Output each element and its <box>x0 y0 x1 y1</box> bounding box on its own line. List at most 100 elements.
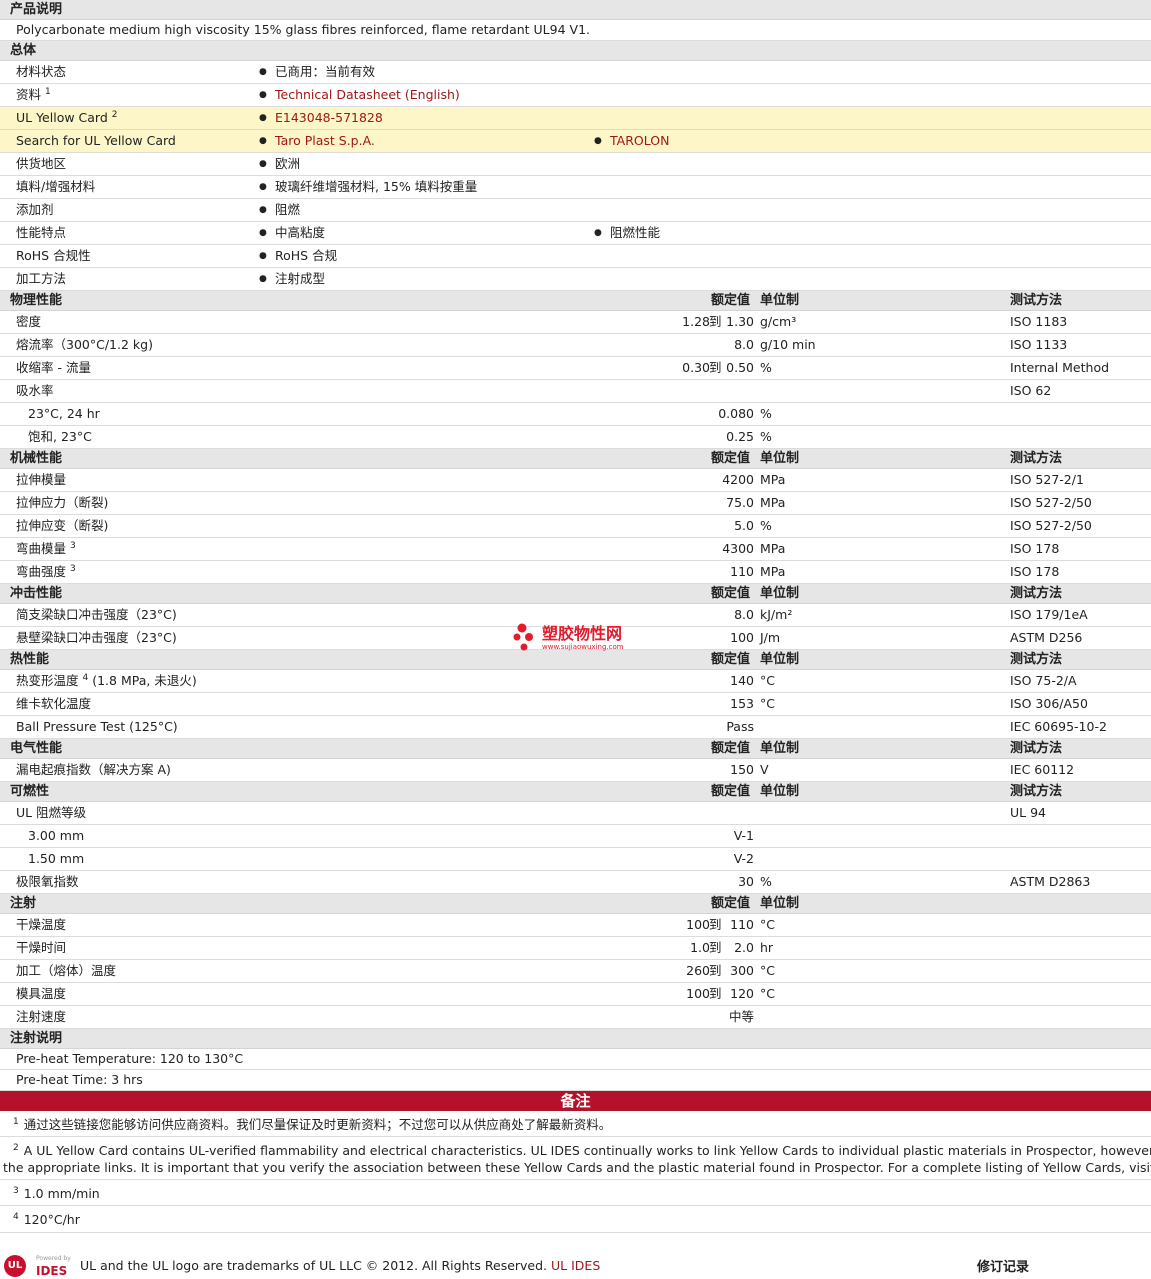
unit: °C <box>760 963 775 978</box>
footer: UL Powered by IDES UL and the UL logo ar… <box>0 1252 1151 1278</box>
unit: MPa <box>760 541 786 556</box>
supplier-link[interactable]: TAROLON <box>594 130 670 152</box>
property-label-text: 干燥时间 <box>16 940 67 955</box>
supplier-link[interactable]: Taro Plast S.p.A. <box>259 130 375 152</box>
section-header: 机械性能 额定值 单位制 测试方法 <box>0 449 1151 469</box>
value: 0.080 <box>718 406 754 421</box>
unit: MPa <box>760 564 786 579</box>
watermark: 塑胶物性网 www.sujiaowuxing.com <box>512 620 624 657</box>
unit: °C <box>760 696 775 711</box>
ul-ides-link[interactable]: UL IDES <box>551 1258 600 1273</box>
property-row: 拉伸模量 4200 MPa ISO 527-2/1 <box>0 469 1151 492</box>
footnote-ref[interactable]: 3 <box>70 564 76 574</box>
test-method: ISO 1133 <box>1010 337 1068 352</box>
unit-column-header: 单位制 <box>760 896 800 911</box>
footnotes: 1 通过这些链接您能够访问供应商资料。我们尽量保证及时更新资料；不过您可以从供应商… <box>0 1111 1151 1233</box>
footnote-line: 1 通过这些链接您能够访问供应商资料。我们尽量保证及时更新资料；不过您可以从供应商… <box>3 1114 1151 1133</box>
footnote-number: 2 <box>13 1143 19 1154</box>
property-label-text: 3.00 mm <box>28 828 85 843</box>
range-separator: 到 <box>709 940 722 955</box>
property-label: 收缩率 - 流量 <box>16 357 91 379</box>
row-label: 材料状态 <box>16 61 66 83</box>
section-title: 产品说明 <box>10 2 63 17</box>
footnote-ref[interactable]: 3 <box>70 541 76 551</box>
property-label-text: 饱和, 23°C <box>28 429 92 444</box>
general-row: UL Yellow Card 2 E143048-571828 <box>0 107 1151 130</box>
value: 100 <box>730 630 754 645</box>
property-label: 拉伸应力（断裂) <box>16 492 108 514</box>
value: 8.0 <box>734 607 754 622</box>
unit: MPa <box>760 472 786 487</box>
property-row: UL 阻燃等级 UL 94 <box>0 802 1151 825</box>
footnote: 1 通过这些链接您能够访问供应商资料。我们尽量保证及时更新资料；不过您可以从供应商… <box>0 1111 1151 1138</box>
property-row: 吸水率 ISO 62 <box>0 380 1151 403</box>
unit: g/cm³ <box>760 314 797 329</box>
row-label-text: 填料/增强材料 <box>16 179 96 194</box>
row-label: 加工方法 <box>16 268 66 290</box>
footnote-ref[interactable]: 1 <box>45 87 51 97</box>
unit-column-header: 单位制 <box>760 784 800 799</box>
property-row: 弯曲强度 3 110 MPa ISO 178 <box>0 561 1151 584</box>
property-label: 熔流率（300°C/1.2 kg) <box>16 334 153 356</box>
property-label-text: 模具温度 <box>16 986 67 1001</box>
property-label: 弯曲强度 3 <box>16 561 76 583</box>
property-row: 极限氧指数 30% ASTM D2863 <box>0 871 1151 894</box>
property-row: 拉伸应力（断裂) 75.0 MPa ISO 527-2/50 <box>0 492 1151 515</box>
property-label: 维卡软化温度 <box>16 693 91 715</box>
row-label: 填料/增强材料 <box>16 176 95 198</box>
property-row: 加工（熔体）温度 260 到 300 °C <box>0 960 1151 983</box>
section-title: 冲击性能 <box>10 586 63 601</box>
property-label: UL 阻燃等级 <box>16 802 86 824</box>
property-row: Ball Pressure Test (125°C) Pass IEC 60695-… <box>0 716 1151 739</box>
injection-notes: Pre-heat Temperature: 120 to 130°C Pre-he… <box>0 1049 1151 1091</box>
unit: °C <box>760 917 775 932</box>
value: 8.0 <box>734 337 754 352</box>
general-row: 资料 1 Technical Datasheet (English) <box>0 84 1151 107</box>
test-method: UL 94 <box>1010 805 1046 820</box>
row-label: RoHS 合规性 <box>16 245 91 267</box>
supplier-link[interactable]: E143048-571828 <box>259 107 383 129</box>
test-method: ISO 527-2/50 <box>1010 518 1092 533</box>
unit: °C <box>760 986 775 1001</box>
supplier-link[interactable]: Technical Datasheet (English) <box>259 84 460 106</box>
range-separator: 到 <box>709 917 722 932</box>
property-label-text: 注射速度 <box>16 1009 67 1024</box>
property-label: 模具温度 <box>16 983 66 1005</box>
property-label-text: 干燥温度 <box>16 917 67 932</box>
section-header: 电气性能 额定值 单位制 测试方法 <box>0 739 1151 759</box>
range-separator: 到 <box>709 963 722 978</box>
property-label: 加工（熔体）温度 <box>16 960 116 982</box>
property-label: 干燥时间 <box>16 937 66 959</box>
row-value: 注射成型 <box>259 268 325 290</box>
unit: MPa <box>760 495 786 510</box>
property-label-text: 弯曲模量 <box>16 541 67 556</box>
unit-column-header: 单位制 <box>760 652 800 667</box>
unit: % <box>760 429 772 444</box>
value: Pass <box>726 719 754 734</box>
notes-banner: 备注 <box>0 1091 1151 1111</box>
section-header: 可燃性 额定值 单位制 测试方法 <box>0 782 1151 802</box>
section-title: 注射 <box>10 896 37 911</box>
section-title: 总体 <box>10 43 37 58</box>
row-label: 资料 1 <box>16 84 51 106</box>
row-value: 中高粘度 <box>259 222 325 244</box>
property-label-text: 收缩率 - 流量 <box>16 360 91 375</box>
footnote-ref[interactable]: 2 <box>112 110 118 120</box>
general-rows: 材料状态 已商用：当前有效资料 1 Technical Datasheet (Eng… <box>0 61 1151 291</box>
unit: °C <box>760 673 775 688</box>
test-method: ISO 527-2/50 <box>1010 495 1092 510</box>
property-label-text: 吸水率 <box>16 383 54 398</box>
trademark-line: UL and the UL logo are trademarks of UL … <box>80 1258 600 1273</box>
row-label-text: UL Yellow Card <box>16 110 108 125</box>
property-label: 热变形温度 4 (1.8 MPa, 未退火) <box>16 670 197 692</box>
general-row: 加工方法 注射成型 <box>0 268 1151 291</box>
row-label: 供货地区 <box>16 153 66 175</box>
property-label-text: UL 阻燃等级 <box>16 805 87 820</box>
property-label-text: 极限氧指数 <box>16 874 79 889</box>
property-label-text: 密度 <box>16 314 42 329</box>
row-value: RoHS 合规 <box>259 245 337 267</box>
property-row: 拉伸应变（断裂) 5.0% ISO 527-2/50 <box>0 515 1151 538</box>
method-column-header: 测试方法 <box>1010 586 1063 601</box>
footnote-ref[interactable]: 4 <box>83 673 89 683</box>
footnote: 2 A UL Yellow Card contains UL-verified f… <box>0 1137 1151 1181</box>
